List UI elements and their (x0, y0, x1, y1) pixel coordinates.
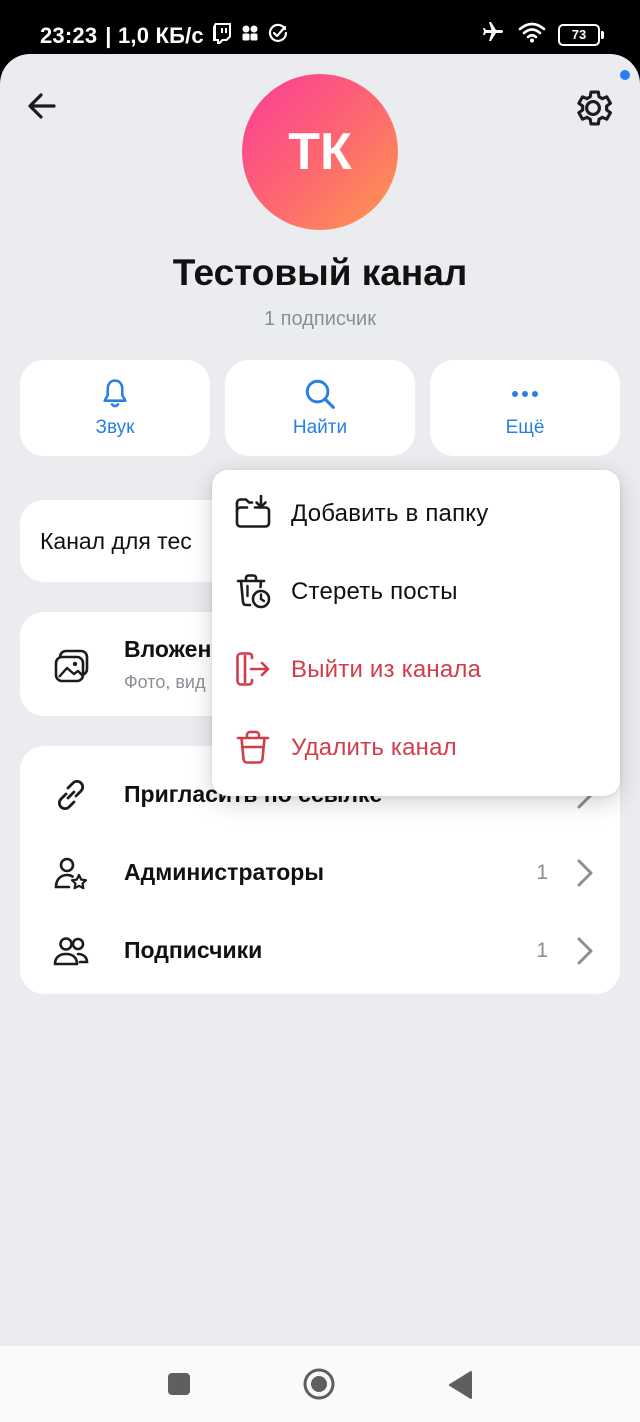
back-triangle-icon[interactable] (448, 1370, 474, 1400)
channel-avatar[interactable]: ТК (242, 74, 398, 230)
wifi-icon (518, 21, 546, 48)
trash-clock-icon (236, 574, 271, 609)
bell-icon (103, 379, 127, 408)
status-time: 23:23 (40, 23, 98, 48)
gear-icon (577, 90, 612, 126)
menu-item-clear-posts[interactable]: Стереть посты (212, 552, 620, 630)
status-right: 73 (480, 20, 604, 49)
twitch-icon (212, 22, 232, 50)
subscriber-count: 1 подписчик (264, 308, 376, 330)
trash-icon (236, 730, 270, 764)
status-left: 23:23 | 1,0 КБ/с (40, 22, 288, 50)
list-item-administrators[interactable]: Администраторы 1 (20, 834, 620, 912)
subscriber-count-badge: 1 (536, 939, 548, 962)
admin-count: 1 (536, 861, 548, 884)
list-item-label: Администраторы (124, 859, 324, 885)
list-item-subscribers[interactable]: Подписчики 1 (20, 912, 620, 990)
airplane-icon (480, 20, 506, 49)
check-circle-icon (268, 23, 288, 49)
status-bar: 23:23 | 1,0 КБ/с 73 (0, 0, 640, 60)
more-label: Ещё (505, 417, 545, 438)
channel-title: Тестовый канал (172, 252, 468, 293)
battery-icon: 73 (558, 23, 604, 46)
link-icon (57, 779, 85, 811)
avatar-initials: ТК (288, 123, 352, 181)
menu-item-label: Стереть посты (291, 578, 458, 605)
admin-star-icon (54, 857, 88, 890)
more-button[interactable]: Ещё (430, 360, 620, 456)
media-title: Вложен (124, 636, 212, 662)
status-speed: | 1,0 КБ/с (105, 23, 204, 48)
battery-level: 73 (571, 27, 587, 42)
menu-item-leave-channel[interactable]: Выйти из канала (212, 630, 620, 708)
channel-description: Канал для тес (40, 528, 192, 554)
more-dots-icon (512, 391, 538, 397)
back-button[interactable] (22, 86, 62, 126)
notification-dot (620, 70, 630, 80)
grid-app-icon (240, 23, 260, 49)
recents-square-icon[interactable] (166, 1371, 192, 1397)
settings-button[interactable] (571, 86, 615, 130)
more-popup-menu: Добавить в папку Стереть посты Выйти из … (212, 470, 620, 796)
menu-item-label: Удалить канал (291, 734, 457, 761)
sound-button[interactable]: Звук (20, 360, 210, 456)
exit-icon (236, 652, 270, 686)
search-label: Найти (292, 417, 348, 438)
sound-label: Звук (95, 417, 135, 438)
system-navigation-bar (0, 1346, 640, 1422)
media-subtitle: Фото, вид (124, 672, 206, 692)
menu-item-add-to-folder[interactable]: Добавить в папку (212, 474, 620, 552)
users-icon (53, 937, 89, 966)
menu-item-label: Выйти из канала (291, 656, 482, 683)
folder-add-icon (235, 494, 271, 528)
search-button[interactable]: Найти (225, 360, 415, 456)
menu-item-label: Добавить в папку (291, 500, 489, 527)
home-circle-icon[interactable] (302, 1367, 336, 1401)
gallery-icon (54, 649, 89, 683)
menu-item-delete-channel[interactable]: Удалить канал (212, 708, 620, 786)
search-icon (305, 379, 335, 409)
list-item-label: Подписчики (124, 937, 263, 963)
channel-profile-sheet: ТК Тестовый канал 1 подписчик Звук Найти… (0, 54, 640, 1346)
back-arrow-icon (28, 93, 56, 119)
chevron-right-icon (577, 859, 593, 887)
chevron-right-icon (577, 937, 593, 965)
